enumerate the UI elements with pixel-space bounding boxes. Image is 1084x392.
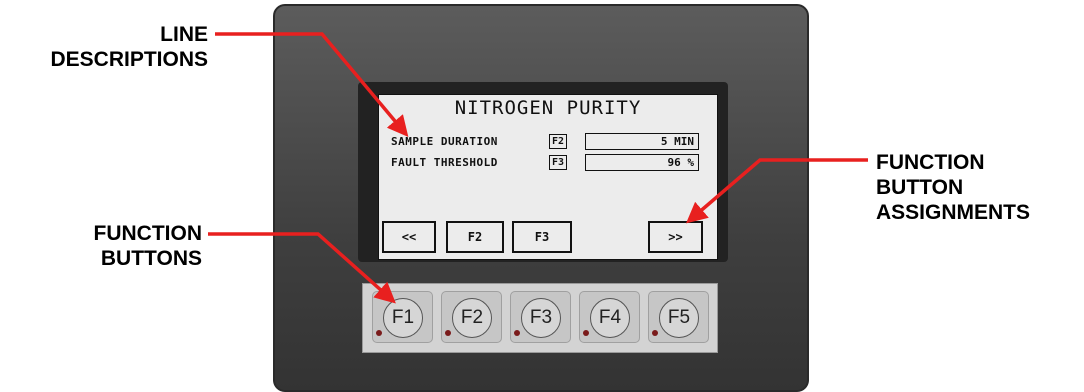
callout-arrows xyxy=(208,32,868,304)
arrow-function-button-assignments xyxy=(686,158,868,224)
arrow-line-descriptions xyxy=(215,32,409,138)
arrow-function-buttons xyxy=(208,232,396,304)
